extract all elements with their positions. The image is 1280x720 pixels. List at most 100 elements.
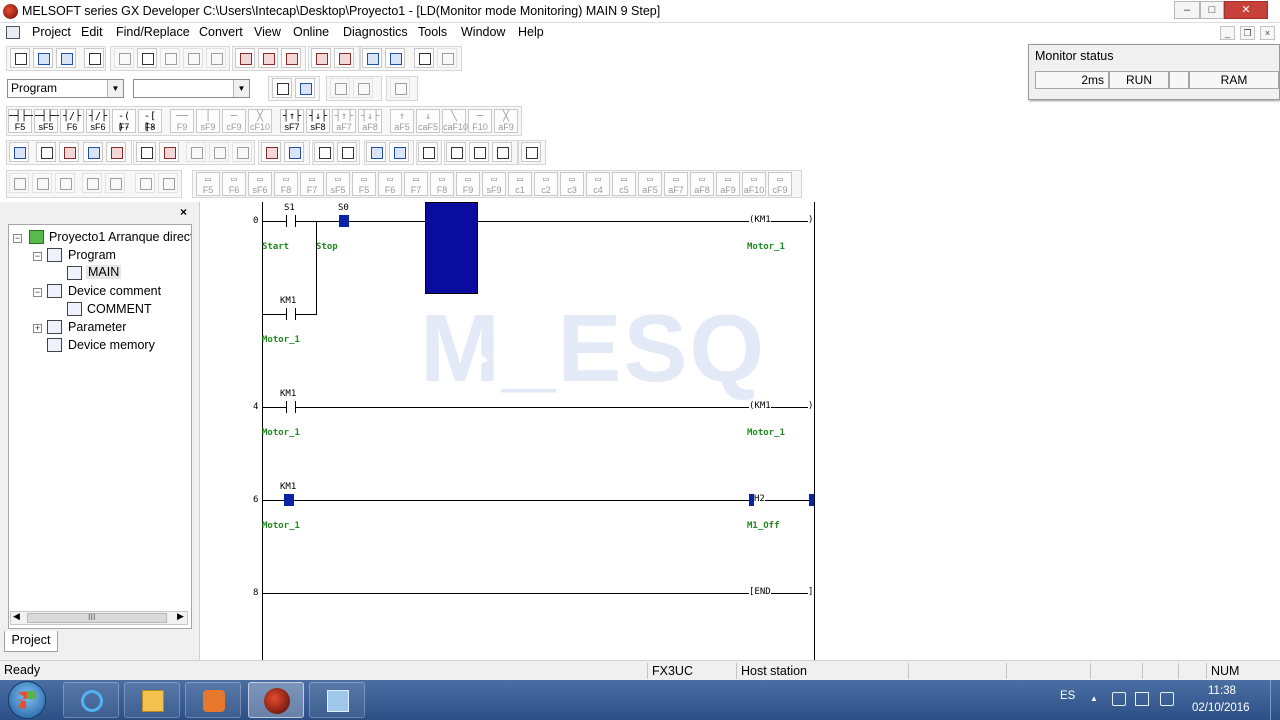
ladder-button-sf5[interactable]: ─┤├─ sF5: [34, 109, 59, 133]
menu-tools[interactable]: Tools: [418, 25, 447, 39]
network-icon[interactable]: [1160, 692, 1174, 706]
coil[interactable]: (KM1: [749, 215, 771, 225]
project-tree-icon[interactable]: [295, 78, 315, 98]
ladder-button-f8[interactable]: -[ ]- F8: [138, 109, 162, 133]
melsoft-app-icon[interactable]: [3, 4, 18, 19]
taskbar-file-explorer[interactable]: [124, 682, 180, 718]
comment-edit-icon[interactable]: [390, 78, 410, 98]
sfc-button-c1[interactable]: ▭ c1: [508, 172, 532, 196]
tree-parameter[interactable]: Parameter: [68, 320, 126, 334]
statement-display-icon[interactable]: [59, 142, 79, 162]
expand-icon[interactable]: +: [33, 324, 42, 333]
ladder-button-sf9[interactable]: │ sF9: [196, 109, 220, 133]
redo-icon[interactable]: [206, 48, 226, 68]
collapse-icon[interactable]: −: [33, 288, 42, 297]
tree-horizontal-scrollbar[interactable]: ◀ III ▶: [10, 611, 188, 625]
monitor-status-window[interactable]: Monitor status 2ms RUN RAM: [1028, 44, 1280, 100]
print-icon[interactable]: [84, 48, 104, 68]
reserved-icon-1[interactable]: [186, 142, 206, 162]
device-test-icon[interactable]: [261, 142, 281, 162]
sfc-button-f7[interactable]: ▭ F7: [300, 172, 324, 196]
contact-nc-active[interactable]: [284, 494, 294, 506]
device-batch-icon[interactable]: [414, 48, 434, 68]
sfc-button-cf9[interactable]: ▭ cF9: [768, 172, 792, 196]
write-to-plc-icon[interactable]: [334, 48, 354, 68]
ladder-button-f7[interactable]: -( )- F7: [112, 109, 136, 133]
read-from-plc-icon[interactable]: [311, 48, 331, 68]
menu-edit[interactable]: Edit: [81, 25, 103, 39]
clock-date[interactable]: 02/10/2016: [1192, 702, 1250, 714]
sfc-button-c4[interactable]: ▭ c4: [586, 172, 610, 196]
ladder-button-sf8[interactable]: ┤↓├ sF8: [306, 109, 330, 133]
menu-view[interactable]: View: [254, 25, 281, 39]
sfc-button-sf6[interactable]: ▭ sF6: [248, 172, 272, 196]
sfc-button-af5[interactable]: ▭ aF5: [638, 172, 662, 196]
tree-program[interactable]: Program: [68, 248, 116, 262]
undo-icon[interactable]: [183, 48, 203, 68]
sfc-button-f8[interactable]: ▭ F8: [430, 172, 454, 196]
document-icon[interactable]: [6, 26, 20, 39]
step-down-icon[interactable]: [337, 142, 357, 162]
ladder-button-cf9[interactable]: ─ cF9: [222, 109, 246, 133]
data-name-select[interactable]: ▼: [133, 79, 250, 98]
show-desktop-button[interactable]: [1270, 680, 1280, 720]
menu-window[interactable]: Window: [461, 25, 505, 39]
tree-root[interactable]: Proyecto1 Arranque directo: [49, 230, 191, 244]
find-instruction-icon[interactable]: [258, 48, 278, 68]
step-up-icon[interactable]: [314, 142, 334, 162]
data-type-select[interactable]: Program ▼: [7, 79, 124, 98]
sfc-button-f5[interactable]: ▭ F5: [196, 172, 220, 196]
monitor-start-icon[interactable]: [284, 142, 304, 162]
tree-device-memory[interactable]: Device memory: [68, 338, 155, 352]
ladder-button-af8[interactable]: ┤↓├ aF8: [358, 109, 382, 133]
sfc-button-f5[interactable]: ▭ F5: [352, 172, 376, 196]
sfc-button-f8[interactable]: ▭ F8: [274, 172, 298, 196]
menu-convert[interactable]: Convert: [199, 25, 243, 39]
taskbar-internet-explorer[interactable]: [63, 682, 119, 718]
minimize-button[interactable]: –: [1174, 1, 1200, 19]
reserved-icon-3[interactable]: [232, 142, 252, 162]
tab-project[interactable]: Project: [4, 631, 58, 652]
sfc-tool-icon-5[interactable]: [135, 173, 155, 193]
sfc-button-af7[interactable]: ▭ aF7: [664, 172, 688, 196]
ladder-button-f10[interactable]: ─ F10: [468, 109, 492, 133]
sfc-tool-icon-6[interactable]: [158, 173, 178, 193]
sfc-tool-icon-2[interactable]: [32, 173, 52, 193]
mdi-restore-button[interactable]: ❐: [1240, 26, 1255, 40]
comment-display-icon[interactable]: [36, 142, 56, 162]
taskbar-screen-recorder[interactable]: [309, 682, 365, 718]
sfc-button-sf5[interactable]: ▭ sF5: [326, 172, 350, 196]
start-button[interactable]: [8, 681, 46, 719]
sfc-error-icon[interactable]: [55, 173, 75, 193]
scroll-left-icon[interactable]: ◀: [13, 611, 20, 622]
new-file-icon[interactable]: [10, 48, 30, 68]
language-indicator[interactable]: ES: [1060, 690, 1075, 702]
program-check-icon[interactable]: [418, 142, 438, 162]
close-button[interactable]: ✕: [1224, 1, 1268, 19]
entry-data-monitor-icon[interactable]: [437, 48, 457, 68]
read-mode-icon[interactable]: [159, 142, 179, 162]
edit-cursor[interactable]: [425, 202, 478, 294]
find-device-icon[interactable]: [235, 48, 255, 68]
sfc-button-c5[interactable]: ▭ c5: [612, 172, 636, 196]
insert-row-icon[interactable]: [446, 142, 466, 162]
split-window-icon[interactable]: [366, 142, 386, 162]
tree-device-comment[interactable]: Device comment: [68, 284, 161, 298]
diagnostics-icon[interactable]: [106, 142, 126, 162]
sfc-button-f7[interactable]: ▭ F7: [404, 172, 428, 196]
show-hidden-icons-icon[interactable]: ▲: [1090, 694, 1098, 703]
find-contact-coil-icon[interactable]: [281, 48, 301, 68]
scrollbar-thumb[interactable]: III: [27, 612, 167, 623]
sfc-button-f9[interactable]: ▭ F9: [456, 172, 480, 196]
sfc-button-f6[interactable]: ▭ F6: [222, 172, 246, 196]
sfc-icon[interactable]: [353, 78, 373, 98]
save-icon[interactable]: [56, 48, 76, 68]
jump-icon[interactable]: [389, 142, 409, 162]
action-center-icon[interactable]: [1112, 692, 1126, 706]
mdi-minimize-button[interactable]: _: [1220, 26, 1235, 40]
insert-column-icon[interactable]: [492, 142, 512, 162]
sfc-tool-icon-3[interactable]: [82, 173, 102, 193]
coil[interactable]: H2: [754, 494, 765, 504]
reserved-icon-2[interactable]: [209, 142, 229, 162]
mdi-close-button[interactable]: ×: [1260, 26, 1275, 40]
